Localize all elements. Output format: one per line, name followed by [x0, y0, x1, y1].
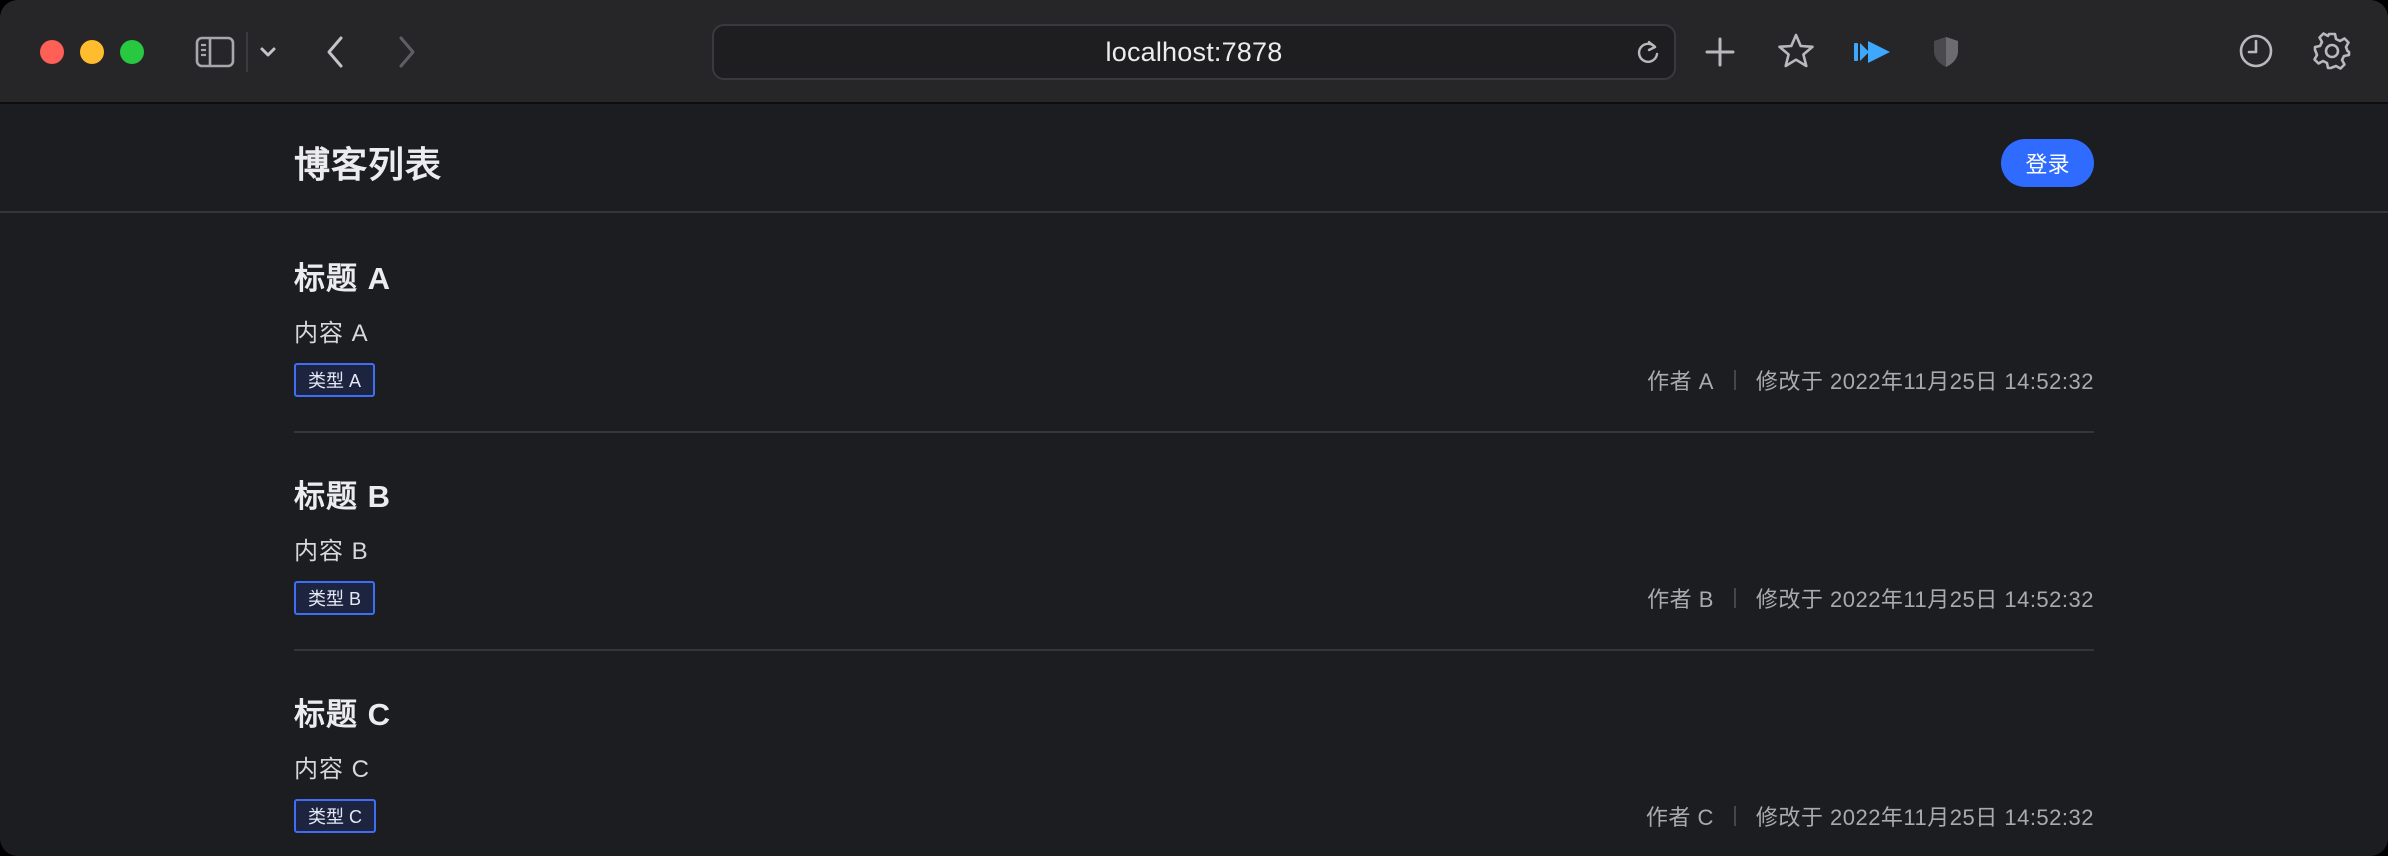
url-text[interactable]: localhost:7878 — [714, 26, 1674, 78]
post-title[interactable]: 标题 C — [294, 689, 391, 734]
back-arrow-icon[interactable] — [318, 32, 352, 72]
post-author: 作者 C — [1645, 805, 1714, 830]
meta-divider — [1733, 370, 1736, 390]
browser-toolbar: localhost:7878 — [0, 0, 2388, 104]
close-window-button[interactable] — [40, 40, 64, 64]
new-tab-plus-icon[interactable] — [1702, 32, 1738, 72]
meta-divider — [1733, 588, 1736, 608]
post-modified-time: 修改于 2022年11月25日 14:52:32 — [1755, 805, 2094, 830]
reload-icon[interactable] — [1634, 38, 1662, 66]
browser-window: localhost:7878 博客列表 登录 标题 A 内容 A 类型 A 作者… — [0, 0, 2388, 856]
address-bar[interactable]: localhost:7878 — [712, 24, 1676, 80]
post-content: 内容 C — [294, 756, 370, 783]
page-title: 博客列表 — [294, 144, 443, 185]
post-item[interactable]: 标题 A 内容 A 类型 A 作者 A 修改于 2022年11月25日 14:5… — [294, 215, 2094, 433]
post-content: 内容 B — [294, 538, 369, 565]
post-content: 内容 A — [294, 320, 369, 347]
post-category-tag[interactable]: 类型 B — [294, 581, 376, 615]
privacy-shield-icon[interactable] — [1928, 32, 1964, 72]
bookmark-star-icon[interactable] — [1776, 30, 1816, 72]
post-modified-time: 修改于 2022年11月25日 14:52:32 — [1755, 587, 2094, 612]
forward-arrow-icon[interactable] — [390, 32, 424, 72]
post-meta: 作者 B 修改于 2022年11月25日 14:52:32 — [1647, 583, 2094, 613]
page-header: 博客列表 登录 — [0, 106, 2388, 213]
post-author: 作者 A — [1647, 369, 1714, 394]
login-button[interactable]: 登录 — [2001, 139, 2094, 187]
page-content: 博客列表 登录 标题 A 内容 A 类型 A 作者 A 修改于 2022年11月… — [0, 106, 2388, 856]
post-category-tag[interactable]: 类型 A — [294, 363, 376, 397]
post-author: 作者 B — [1647, 587, 1714, 612]
sidebar-toggle-icon[interactable] — [194, 32, 236, 72]
chevron-down-icon[interactable] — [256, 40, 280, 64]
post-meta: 作者 C 修改于 2022年11月25日 14:52:32 — [1646, 801, 2094, 831]
minimize-window-button[interactable] — [80, 40, 104, 64]
post-item[interactable]: 标题 B 内容 B 类型 B 作者 B 修改于 2022年11月25日 14:5… — [294, 433, 2094, 651]
meta-divider — [1733, 806, 1736, 826]
post-item[interactable]: 标题 C 内容 C 类型 C 作者 C 修改于 2022年11月25日 14:5… — [294, 651, 2094, 856]
toolbar-divider — [246, 32, 248, 72]
post-meta: 作者 A 修改于 2022年11月25日 14:52:32 — [1647, 365, 2094, 395]
post-category-tag[interactable]: 类型 C — [294, 799, 376, 833]
zoom-window-button[interactable] — [120, 40, 144, 64]
post-title[interactable]: 标题 A — [294, 253, 391, 298]
history-clock-icon[interactable] — [2236, 30, 2276, 72]
post-modified-time: 修改于 2022年11月25日 14:52:32 — [1755, 369, 2094, 394]
media-skip-icon[interactable] — [1852, 32, 1892, 72]
settings-gear-icon[interactable] — [2312, 30, 2352, 72]
post-title[interactable]: 标题 B — [294, 471, 391, 516]
